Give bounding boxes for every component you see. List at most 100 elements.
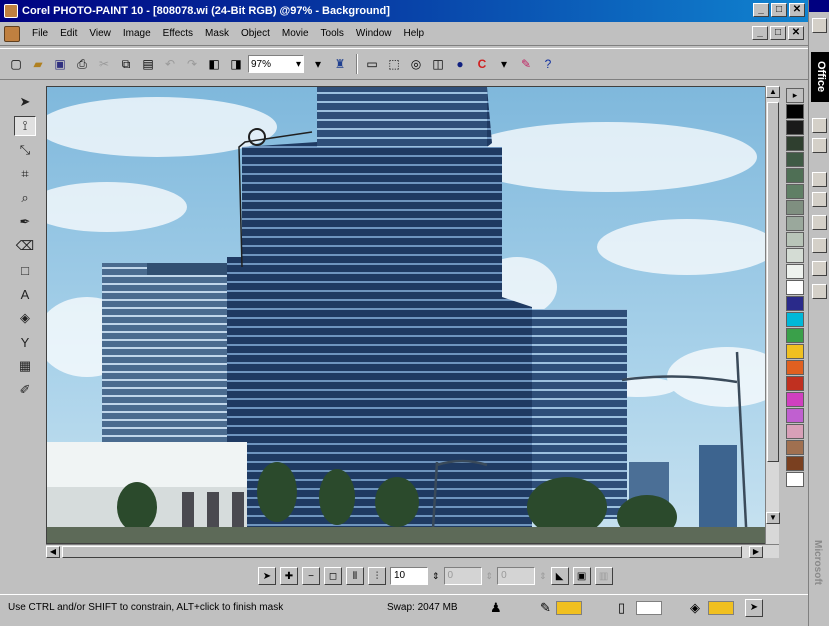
palette-swatch[interactable]	[786, 392, 804, 407]
menu-image[interactable]: Image	[117, 28, 157, 39]
feather-icon[interactable]: ⫴	[346, 567, 364, 585]
office-app-icon-4[interactable]	[812, 192, 827, 207]
eraser-tool-icon[interactable]: ⌫	[14, 236, 36, 256]
corel-launcher-icon[interactable]: C	[472, 54, 492, 74]
horizontal-scroll-thumb[interactable]	[62, 546, 742, 558]
save-icon[interactable]: ▣	[50, 54, 70, 74]
palette-swatch[interactable]	[786, 440, 804, 455]
tolerance-field[interactable]: 10	[390, 567, 428, 585]
office-app-icon-6[interactable]	[812, 238, 827, 253]
menu-help[interactable]: Help	[397, 28, 430, 39]
menu-file[interactable]: File	[26, 28, 54, 39]
mask-marquee-toggle-icon[interactable]: ▣	[572, 567, 591, 585]
import-icon[interactable]: ◧	[204, 54, 224, 74]
vertical-scrollbar[interactable]: ▲ ▼	[765, 86, 780, 544]
palette-swatch[interactable]	[786, 184, 804, 199]
undo-icon[interactable]: ↶	[160, 54, 180, 74]
feather-field[interactable]: 0	[443, 567, 482, 585]
doc-close-button[interactable]: ✕	[788, 26, 804, 40]
menu-object[interactable]: Object	[235, 28, 276, 39]
palette-swatch[interactable]	[786, 312, 804, 327]
copy-icon[interactable]: ⧉	[116, 54, 136, 74]
palette-swatch[interactable]	[786, 360, 804, 375]
mask-color-icon[interactable]: ◣	[550, 567, 569, 585]
palette-swatch[interactable]	[786, 152, 804, 167]
palette-swatch[interactable]	[786, 264, 804, 279]
palette-swatch[interactable]	[786, 232, 804, 247]
doc-restore-button[interactable]: □	[770, 26, 786, 40]
palette-swatch[interactable]	[786, 120, 804, 135]
fill-color-icon[interactable]: ✎	[540, 600, 551, 616]
whats-this-help-icon[interactable]: ?	[538, 54, 558, 74]
doc-minimize-button[interactable]: _	[752, 26, 768, 40]
zoom-dropdown-arrow-icon[interactable]: ▾	[308, 54, 328, 74]
scroll-left-icon[interactable]: ◀	[46, 546, 60, 558]
subtract-mask-icon[interactable]: −	[302, 567, 320, 585]
palette-swatch[interactable]	[786, 344, 804, 359]
options-icon[interactable]: ▥	[594, 567, 613, 585]
rectangle-tool-icon[interactable]: □	[14, 260, 36, 280]
effect-tool-icon[interactable]: ▦	[14, 356, 36, 376]
paste-icon[interactable]: ▤	[138, 54, 158, 74]
palette-swatch[interactable]	[786, 424, 804, 439]
new-document-icon[interactable]: ▢	[6, 54, 26, 74]
menu-view[interactable]: View	[83, 28, 117, 39]
menu-edit[interactable]: Edit	[54, 28, 83, 39]
palette-swatch[interactable]	[786, 104, 804, 119]
office-app-icon-7[interactable]	[812, 261, 827, 276]
horizontal-scrollbar[interactable]: ◀ ▶	[46, 544, 779, 558]
pointer-icon[interactable]: ➤	[745, 598, 763, 617]
width-spinner-icon[interactable]: ⇕	[539, 571, 547, 582]
menu-movie[interactable]: Movie	[276, 28, 315, 39]
zoom-select[interactable]: 97% ▾	[248, 55, 304, 73]
title-bar[interactable]: Corel PHOTO-PAINT 10 - [808078.wi (24-Bi…	[0, 0, 808, 22]
info-icon[interactable]: ●	[450, 54, 470, 74]
cut-icon[interactable]: ✂	[94, 54, 114, 74]
transparency-swatch[interactable]	[708, 600, 734, 615]
crop-tool-icon[interactable]: ⌗	[14, 164, 36, 184]
paper-color-icon[interactable]: ▯	[618, 600, 625, 616]
palette-swatch[interactable]	[786, 296, 804, 311]
office-app-icon-3[interactable]	[812, 172, 827, 187]
palette-swatch[interactable]	[786, 456, 804, 471]
office-app-icon-8[interactable]	[812, 284, 827, 299]
export-icon[interactable]: ◨	[226, 54, 246, 74]
scroll-up-icon[interactable]: ▲	[766, 86, 780, 98]
menu-window[interactable]: Window	[350, 28, 398, 39]
lasso-mask-tool-icon[interactable]: ⟟	[14, 116, 36, 136]
mask-circle-icon[interactable]: ◎	[406, 54, 426, 74]
clone-tool-icon[interactable]: ✐	[14, 380, 36, 400]
brush-tool-icon[interactable]: Y	[14, 332, 36, 352]
close-button[interactable]: ✕	[789, 3, 805, 17]
redo-icon[interactable]: ↷	[182, 54, 202, 74]
scroll-down-icon[interactable]: ▼	[766, 512, 780, 524]
color-picker-icon[interactable]: ✎	[516, 54, 536, 74]
rectangle-mask-icon[interactable]: ▭	[362, 54, 382, 74]
width-field[interactable]: 0	[497, 567, 536, 585]
anti-alias-icon[interactable]: ⫶	[368, 567, 386, 585]
palette-swatch[interactable]	[786, 200, 804, 215]
launcher-dropdown-icon[interactable]: ▾	[494, 54, 514, 74]
palette-swatch[interactable]	[786, 216, 804, 231]
pick-mode-icon[interactable]: ➤	[258, 567, 276, 585]
minimize-button[interactable]: _	[753, 3, 769, 17]
palette-nav-icon[interactable]: ▸	[786, 88, 804, 103]
palette-swatch[interactable]	[786, 376, 804, 391]
open-folder-icon[interactable]: ▰	[28, 54, 48, 74]
palette-swatch[interactable]	[786, 408, 804, 423]
fill-tool-icon[interactable]: ◈	[14, 308, 36, 328]
palette-swatch[interactable]	[786, 248, 804, 263]
maximize-button[interactable]: □	[771, 3, 787, 17]
paper-color-swatch[interactable]	[636, 600, 662, 615]
photo-image[interactable]	[47, 87, 779, 544]
print-icon[interactable]: ⎙	[72, 54, 92, 74]
document-icon[interactable]	[4, 25, 20, 42]
eyedropper-tool-icon[interactable]: ✒	[14, 212, 36, 232]
office-app-icon-5[interactable]	[812, 215, 827, 230]
brush-icon[interactable]: ♟	[490, 600, 502, 616]
feather-spinner-icon[interactable]: ⇕	[486, 571, 494, 582]
palette-swatch[interactable]	[786, 280, 804, 295]
office-menu-icon[interactable]	[812, 18, 827, 33]
image-canvas[interactable]	[46, 86, 779, 544]
palette-swatch[interactable]	[786, 328, 804, 343]
